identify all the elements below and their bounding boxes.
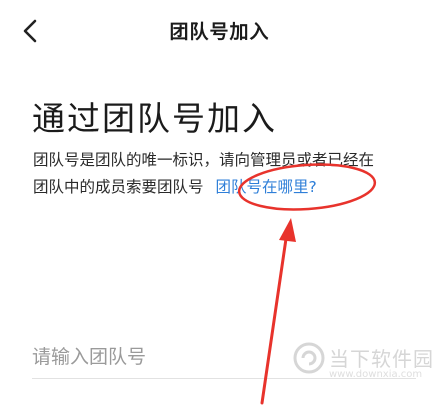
page-title: 通过团队号加入 <box>32 99 277 138</box>
team-id-description: 团队号是团队的唯一标识，请向管理员或者已经在 团队中的成员索要团队号 团队号在哪里… <box>33 147 433 201</box>
where-is-team-id-link[interactable]: 团队号在哪里? <box>216 178 317 196</box>
description-line-2: 团队中的成员索要团队号 团队号在哪里? <box>33 174 433 201</box>
annotation-arrow-head <box>279 218 296 242</box>
description-line-2-text: 团队中的成员索要团队号 <box>33 178 204 196</box>
downxia-logo-icon <box>293 342 325 374</box>
watermark-name: 当下软件园 <box>329 347 434 371</box>
watermark-url: www.downxia.com <box>329 369 423 380</box>
watermark: 当下软件园 www.downxia.com <box>293 340 433 384</box>
page-header-title: 团队号加入 <box>169 21 270 43</box>
description-line-1: 团队号是团队的唯一标识，请向管理员或者已经在 <box>33 151 375 169</box>
